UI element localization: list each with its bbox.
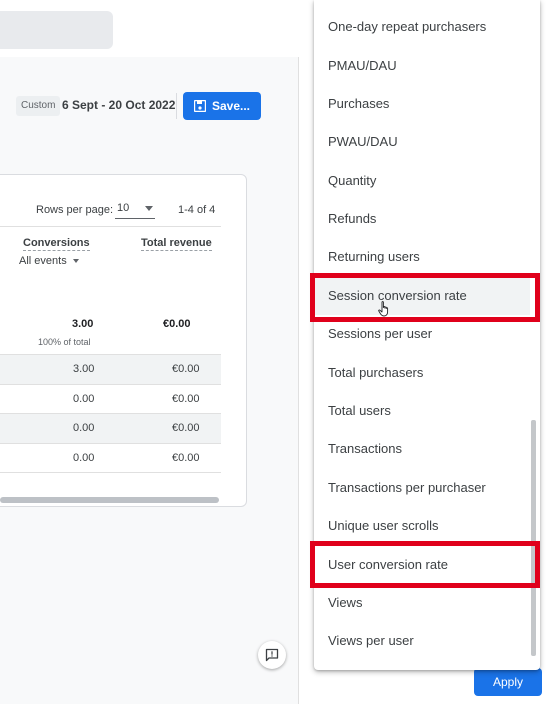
menu-item[interactable]: Unique user scrolls	[314, 507, 530, 545]
cell-revenue: €0.00	[172, 422, 200, 434]
total-conversions: 3.00	[72, 318, 94, 330]
table-row: 0.00 €0.00	[0, 443, 221, 473]
rows-per-page-label: Rows per page:	[36, 204, 114, 216]
menu-item[interactable]: Total users	[314, 392, 530, 430]
cell-revenue: €0.00	[172, 452, 200, 464]
menu-item[interactable]: Purchases	[314, 85, 530, 123]
highlight-session-conversion-rate	[310, 273, 540, 322]
menu-item[interactable]: Refunds	[314, 200, 530, 238]
page-range: 1-4 of 4	[178, 204, 216, 216]
menu-item[interactable]: PMAU/DAU	[314, 47, 530, 85]
menu-item[interactable]: One-day repeat purchasers	[314, 8, 530, 46]
table-row: 0.00 €0.00	[0, 384, 221, 414]
cell-conversions: 0.00	[73, 452, 95, 464]
menu-item[interactable]: Transactions	[314, 430, 530, 468]
menu-item[interactable]: Views	[314, 584, 530, 622]
horizontal-scrollbar[interactable]	[0, 497, 219, 503]
divider	[0, 472, 221, 473]
total-conversions-pct: 100% of total	[38, 337, 91, 347]
rows-per-page-select[interactable]: 10	[115, 200, 155, 219]
save-button[interactable]: Save...	[183, 92, 261, 120]
save-button-label: Save...	[211, 99, 251, 113]
search-input[interactable]	[0, 11, 113, 49]
menu-item[interactable]: Total purchasers	[314, 354, 530, 392]
event-filter-dropdown[interactable]: All events	[19, 255, 79, 267]
highlight-user-conversion-rate	[310, 541, 540, 588]
feedback-button[interactable]	[258, 641, 286, 669]
menu-item[interactable]: PWAU/DAU	[314, 123, 530, 161]
date-range[interactable]: 6 Sept - 20 Oct 2022	[62, 98, 175, 112]
cell-conversions: 0.00	[73, 393, 95, 405]
date-chip: Custom	[16, 96, 61, 116]
column-header-conversions[interactable]: Conversions	[23, 237, 90, 251]
feedback-icon	[265, 648, 279, 662]
menu-item[interactable]: Quantity	[314, 162, 530, 200]
menu-item[interactable]: Transactions per purchaser	[314, 469, 530, 507]
cell-conversions: 0.00	[73, 422, 95, 434]
apply-button[interactable]: Apply	[474, 668, 542, 696]
save-icon	[193, 100, 206, 112]
chevron-down-icon	[72, 259, 79, 264]
menu-item[interactable]: Returning users	[314, 238, 530, 276]
event-filter-label: All events	[19, 255, 67, 267]
cell-revenue: €0.00	[172, 363, 200, 375]
menu-item[interactable]: Views per user	[314, 622, 530, 660]
hand-cursor-icon	[378, 301, 389, 317]
menu-scrollbar[interactable]	[531, 420, 536, 656]
cell-conversions: 3.00	[73, 363, 95, 375]
chevron-down-icon	[145, 206, 153, 211]
divider	[0, 226, 221, 227]
column-header-total-revenue[interactable]: Total revenue	[141, 237, 212, 251]
table-row: 0.00 €0.00	[0, 413, 221, 443]
cell-revenue: €0.00	[172, 393, 200, 405]
total-revenue: €0.00	[163, 318, 191, 330]
table-row: 3.00 €0.00	[0, 354, 221, 384]
rows-per-page-value: 10	[117, 202, 130, 214]
divider	[176, 93, 177, 119]
